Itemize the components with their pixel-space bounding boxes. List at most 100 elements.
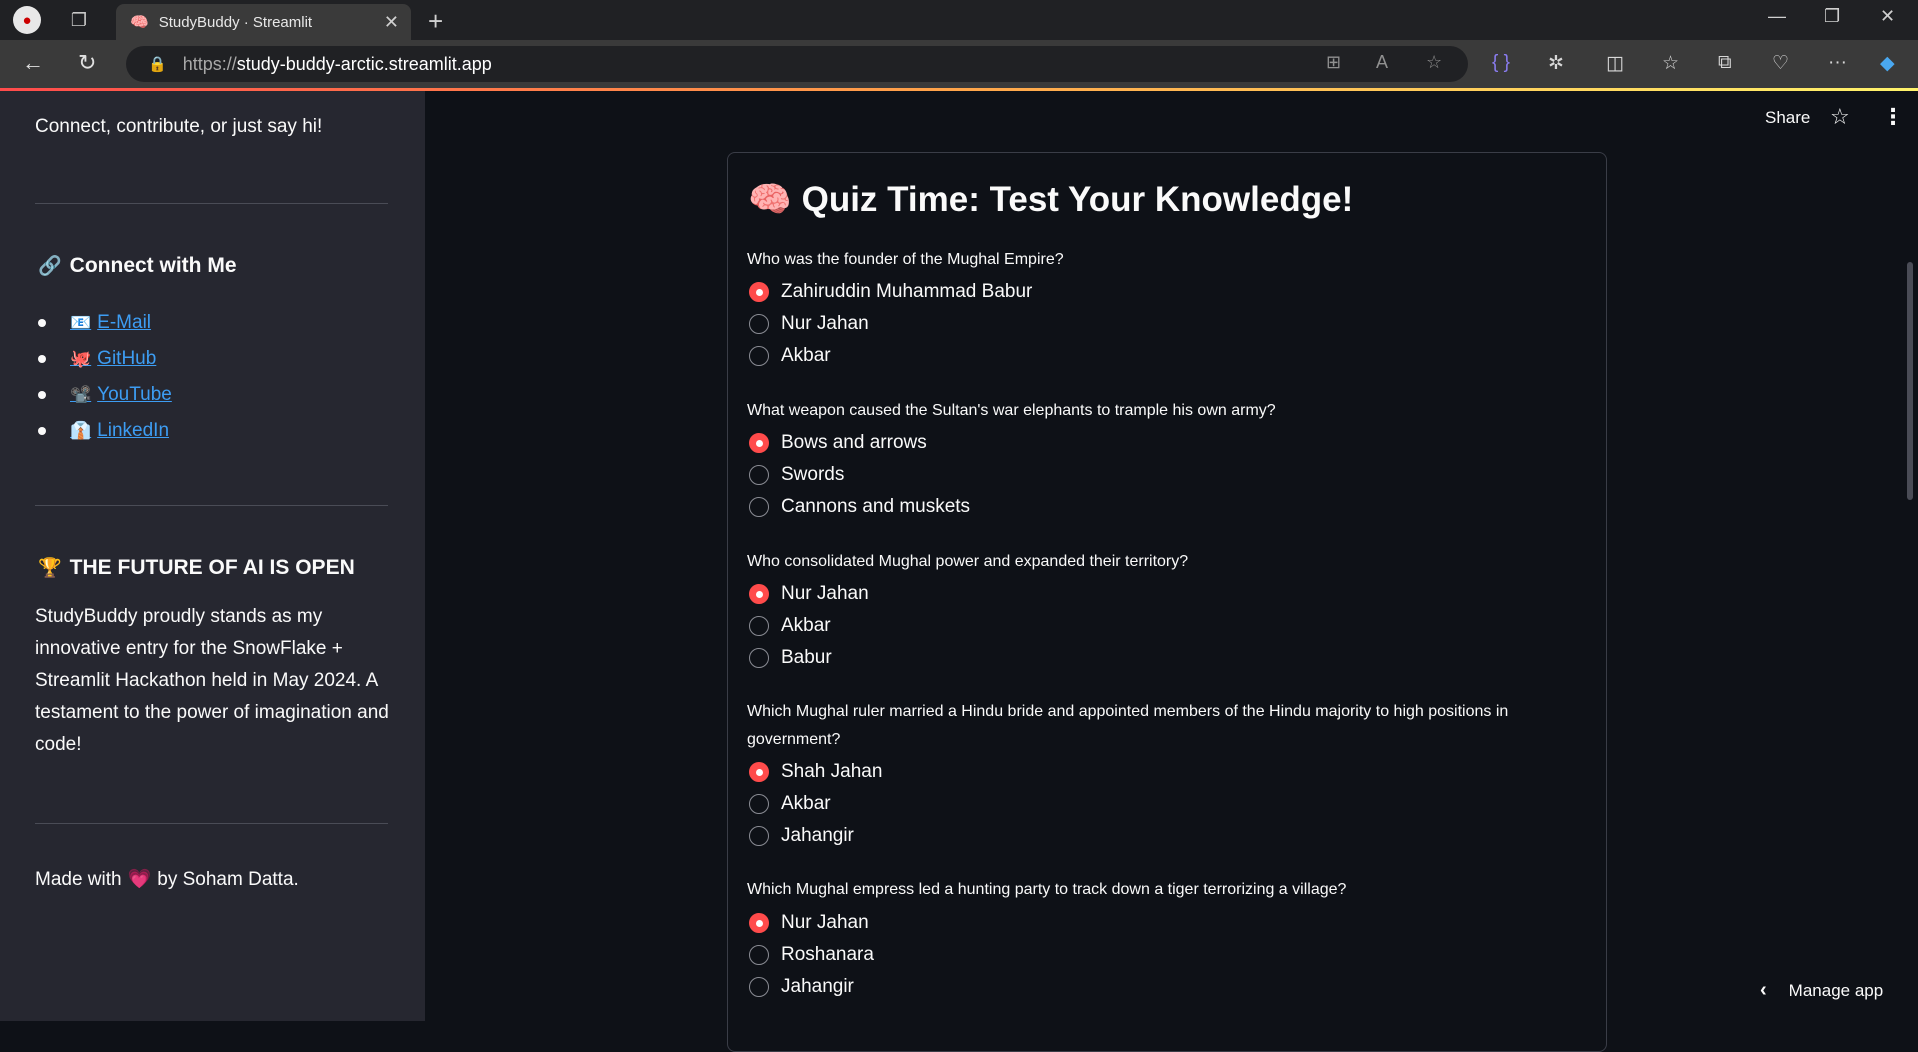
back-icon[interactable]: ← bbox=[22, 50, 44, 76]
refresh-icon[interactable]: ↻ bbox=[78, 50, 96, 76]
made-with-credit: Made with 💗 by Soham Datta. bbox=[35, 869, 299, 890]
radio-option[interactable]: Cannons and muskets bbox=[749, 496, 970, 518]
tab-title: StudyBuddy · Streamlit bbox=[158, 13, 313, 31]
radio-icon[interactable] bbox=[749, 648, 769, 668]
extension-json-icon[interactable]: { } bbox=[1492, 52, 1510, 74]
email-icon: 📧 bbox=[70, 313, 92, 332]
brain-icon: 🧠 bbox=[748, 180, 792, 219]
favorite-star-icon[interactable]: ☆ bbox=[1426, 52, 1442, 73]
link-item-linkedin: 👔 LinkedIn bbox=[38, 413, 172, 449]
radio-selected-icon[interactable] bbox=[749, 584, 769, 604]
linkedin-link[interactable]: 👔 LinkedIn bbox=[70, 420, 169, 442]
browser-tab[interactable]: 🧠 StudyBuddy · Streamlit ✕ bbox=[116, 4, 411, 40]
main-menu-icon[interactable]: ⋮ bbox=[1882, 104, 1904, 130]
browser-essentials-icon[interactable]: ♡ bbox=[1772, 52, 1789, 75]
split-screen-icon[interactable]: ◫ bbox=[1606, 52, 1624, 75]
url-prefix: https:// bbox=[182, 53, 237, 74]
tab-favicon-icon: 🧠 bbox=[130, 14, 149, 31]
future-heading-text: THE FUTURE OF AI IS OPEN bbox=[69, 556, 355, 579]
question-text: Which Mughal empress led a hunting party… bbox=[747, 881, 1347, 898]
radio-option[interactable]: Swords bbox=[749, 464, 844, 486]
youtube-icon: 📽️ bbox=[70, 385, 92, 404]
radio-icon[interactable] bbox=[749, 314, 769, 334]
star-icon[interactable]: ☆ bbox=[1830, 104, 1850, 130]
radio-icon[interactable] bbox=[749, 945, 769, 965]
radio-option[interactable]: Jahangir bbox=[749, 825, 854, 847]
sidebar-intro: Connect, contribute, or just say hi! bbox=[35, 116, 323, 137]
connect-heading-text: Connect with Me bbox=[69, 254, 237, 277]
link-item-github: 🐙 GitHub bbox=[38, 341, 172, 377]
lock-icon: 🔒 bbox=[148, 56, 167, 73]
connect-heading: 🔗 Connect with Me bbox=[38, 254, 237, 278]
more-options-icon[interactable]: ··· bbox=[1828, 52, 1847, 74]
radio-option[interactable]: Roshanara bbox=[749, 944, 874, 966]
question-text: Who was the founder of the Mughal Empire… bbox=[747, 251, 1064, 268]
url-field[interactable]: 🔒 https://study-buddy-arctic.streamlit.a… bbox=[126, 46, 1468, 82]
radio-selected-icon[interactable] bbox=[749, 433, 769, 453]
radio-icon[interactable] bbox=[749, 977, 769, 997]
radio-icon[interactable] bbox=[749, 826, 769, 846]
radio-option[interactable]: Akbar bbox=[749, 615, 831, 637]
copilot-icon[interactable]: ◆ bbox=[1880, 52, 1895, 75]
app-available-icon[interactable]: ⊞ bbox=[1326, 52, 1341, 73]
radio-icon[interactable] bbox=[749, 616, 769, 636]
radio-option[interactable]: Nur Jahan bbox=[749, 912, 869, 934]
address-bar-row: ← ↻ 🔒 https://study-buddy-arctic.streaml… bbox=[0, 40, 1918, 88]
radio-icon[interactable] bbox=[749, 346, 769, 366]
new-tab-icon[interactable]: + bbox=[428, 6, 443, 37]
email-link[interactable]: 📧 E-Mail bbox=[70, 312, 151, 334]
future-heading: 🏆 THE FUTURE OF AI IS OPEN bbox=[38, 556, 355, 580]
divider bbox=[35, 505, 388, 506]
link-item-youtube: 📽️ YouTube bbox=[38, 377, 172, 413]
radio-icon[interactable] bbox=[749, 465, 769, 485]
quiz-title: 🧠 Quiz Time: Test Your Knowledge! bbox=[748, 179, 1353, 220]
radio-selected-icon[interactable] bbox=[749, 762, 769, 782]
page-scrollbar[interactable] bbox=[1907, 262, 1913, 500]
manage-app-button[interactable]: ‹ Manage app bbox=[1760, 979, 1883, 1002]
divider bbox=[35, 203, 388, 204]
github-link[interactable]: 🐙 GitHub bbox=[70, 348, 156, 370]
social-links-list: 📧 E-Mail 🐙 GitHub 📽️ YouTube 👔 LinkedIn bbox=[38, 305, 172, 449]
link-item-email: 📧 E-Mail bbox=[38, 305, 172, 341]
hackathon-description: StudyBuddy proudly stands as my innovati… bbox=[35, 606, 389, 755]
extensions-puzzle-icon[interactable]: ✲ bbox=[1548, 52, 1564, 75]
restore-icon[interactable]: ❐ bbox=[1824, 6, 1840, 27]
heart-icon: 💗 bbox=[127, 869, 152, 890]
radio-selected-icon[interactable] bbox=[749, 282, 769, 302]
quiz-form: 🧠 Quiz Time: Test Your Knowledge! Who was… bbox=[727, 152, 1607, 1052]
trophy-icon: 🏆 bbox=[38, 558, 62, 579]
question-text: What weapon caused the Sultan's war elep… bbox=[747, 402, 1276, 419]
minimize-icon[interactable]: — bbox=[1768, 6, 1786, 27]
close-tab-icon[interactable]: ✕ bbox=[384, 12, 399, 33]
collections-icon[interactable]: ⧉ bbox=[1718, 52, 1732, 74]
radio-option[interactable]: Nur Jahan bbox=[749, 313, 869, 335]
radio-option[interactable]: Akbar bbox=[749, 793, 831, 815]
read-aloud-icon[interactable]: A bbox=[1376, 52, 1388, 73]
quiz-title-text: Quiz Time: Test Your Knowledge! bbox=[801, 180, 1354, 219]
manage-app-label: Manage app bbox=[1788, 980, 1884, 1000]
radio-option[interactable]: Nur Jahan bbox=[749, 583, 869, 605]
url-domain: study-buddy-arctic.streamlit.app bbox=[236, 53, 492, 74]
favorites-list-icon[interactable]: ☆ bbox=[1662, 52, 1679, 75]
question-text: Which Mughal ruler married a Hindu bride… bbox=[747, 703, 1509, 748]
profile-avatar-icon[interactable]: ● bbox=[13, 6, 41, 34]
divider bbox=[35, 823, 388, 824]
close-window-icon[interactable]: ✕ bbox=[1880, 6, 1895, 27]
radio-option[interactable]: Zahiruddin Muhammad Babur bbox=[749, 281, 1032, 303]
radio-option[interactable]: Babur bbox=[749, 647, 832, 669]
radio-option[interactable]: Jahangir bbox=[749, 976, 854, 998]
radio-option[interactable]: Shah Jahan bbox=[749, 761, 882, 783]
question-text: Who consolidated Mughal power and expand… bbox=[747, 553, 1189, 570]
linkedin-icon: 👔 bbox=[70, 421, 92, 440]
radio-icon[interactable] bbox=[749, 794, 769, 814]
link-icon: 🔗 bbox=[38, 256, 62, 277]
chevron-left-icon: ‹ bbox=[1760, 979, 1767, 1001]
browser-tab-bar: ● ❐ 🧠 StudyBuddy · Streamlit ✕ + — ❐ ✕ bbox=[0, 0, 1918, 40]
youtube-link[interactable]: 📽️ YouTube bbox=[70, 384, 172, 406]
radio-icon[interactable] bbox=[749, 497, 769, 517]
share-button[interactable]: Share bbox=[1765, 108, 1810, 128]
radio-option[interactable]: Bows and arrows bbox=[749, 432, 927, 454]
radio-option[interactable]: Akbar bbox=[749, 345, 831, 367]
radio-selected-icon[interactable] bbox=[749, 913, 769, 933]
tab-actions-icon[interactable]: ❐ bbox=[67, 8, 91, 32]
